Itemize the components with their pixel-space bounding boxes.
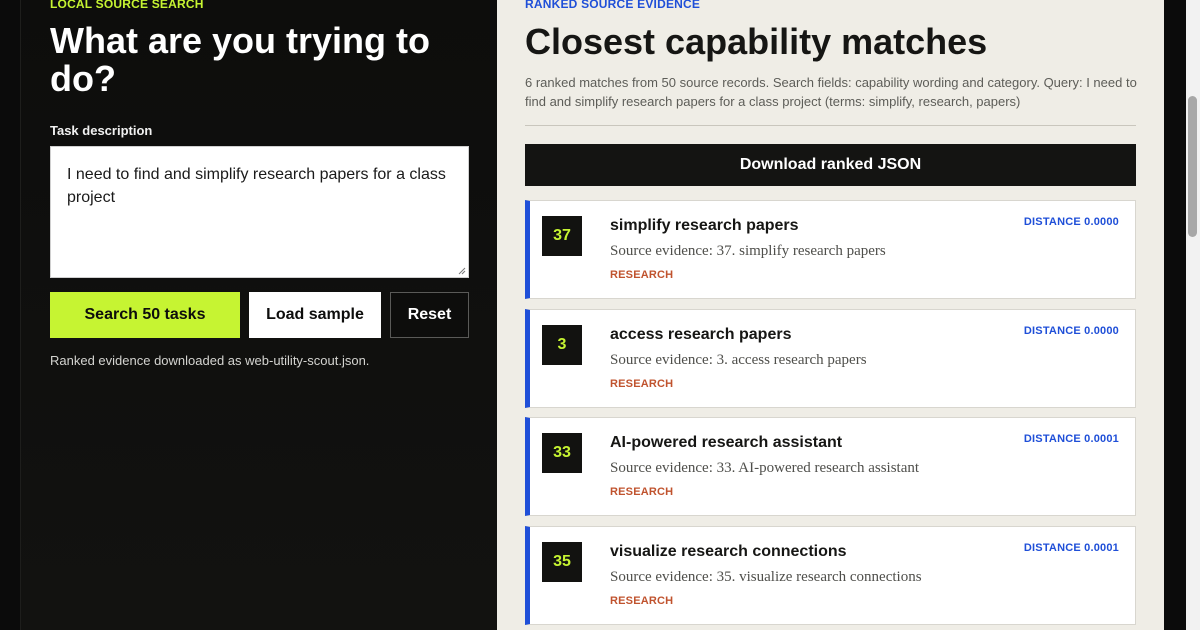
- result-source: Source evidence: 33. AI-powered research…: [610, 460, 920, 476]
- download-status: Ranked evidence downloaded as web-utilit…: [50, 353, 370, 368]
- task-description-label: Task description: [50, 123, 153, 138]
- resize-grip-icon[interactable]: [458, 267, 466, 275]
- result-title: visualize research connections: [610, 543, 847, 560]
- search-tasks-button[interactable]: Search 50 tasks: [50, 292, 240, 338]
- result-card[interactable]: 37 simplify research papers Source evide…: [525, 200, 1136, 299]
- result-title: access research papers: [610, 326, 792, 343]
- result-card[interactable]: 3 access research papers Source evidence…: [525, 309, 1136, 408]
- divider: [525, 125, 1136, 126]
- page-gutter-left: [0, 0, 20, 630]
- result-category: RESEARCH: [610, 486, 674, 498]
- rank-badge: 33: [542, 433, 582, 473]
- result-card[interactable]: 35 visualize research connections Source…: [525, 526, 1136, 625]
- result-category: RESEARCH: [610, 378, 674, 390]
- result-source: Source evidence: 35. visualize research …: [610, 569, 922, 585]
- result-distance: DISTANCE 0.0000: [1023, 325, 1119, 337]
- result-source: Source evidence: 3. access research pape…: [610, 352, 867, 368]
- load-sample-button[interactable]: Load sample: [249, 292, 381, 338]
- result-category: RESEARCH: [610, 269, 674, 281]
- page-gutter-right: [1164, 0, 1186, 630]
- search-panel: LOCAL SOURCE SEARCH What are you trying …: [20, 0, 497, 630]
- task-description-input[interactable]: I need to find and simplify research pap…: [50, 146, 469, 278]
- result-card[interactable]: 33 AI-powered research assistant Source …: [525, 417, 1136, 516]
- task-description-value: I need to find and simplify research pap…: [67, 166, 446, 206]
- rank-badge: 3: [542, 325, 582, 365]
- result-distance: DISTANCE 0.0001: [1023, 433, 1119, 445]
- scrollbar-track[interactable]: [1186, 0, 1200, 630]
- results-summary: 6 ranked matches from 50 source records.…: [525, 75, 1137, 109]
- download-json-button[interactable]: Download ranked JSON: [525, 144, 1136, 186]
- results-panel: RANKED SOURCE EVIDENCE Closest capabilit…: [497, 0, 1164, 630]
- result-distance: DISTANCE 0.0000: [1023, 216, 1119, 228]
- results-eyebrow: RANKED SOURCE EVIDENCE: [525, 0, 701, 11]
- scrollbar-thumb[interactable]: [1188, 96, 1197, 237]
- search-eyebrow: LOCAL SOURCE SEARCH: [50, 0, 204, 11]
- result-category: RESEARCH: [610, 595, 674, 607]
- rank-badge: 35: [542, 542, 582, 582]
- result-title: AI-powered research assistant: [610, 434, 843, 451]
- rank-badge: 37: [542, 216, 582, 256]
- result-title: simplify research papers: [610, 217, 799, 234]
- result-source: Source evidence: 37. simplify research p…: [610, 243, 886, 259]
- result-distance: DISTANCE 0.0001: [1023, 542, 1119, 554]
- results-heading: Closest capability matches: [525, 21, 988, 62]
- search-heading: What are you trying to do?: [50, 20, 431, 99]
- reset-button[interactable]: Reset: [390, 292, 469, 338]
